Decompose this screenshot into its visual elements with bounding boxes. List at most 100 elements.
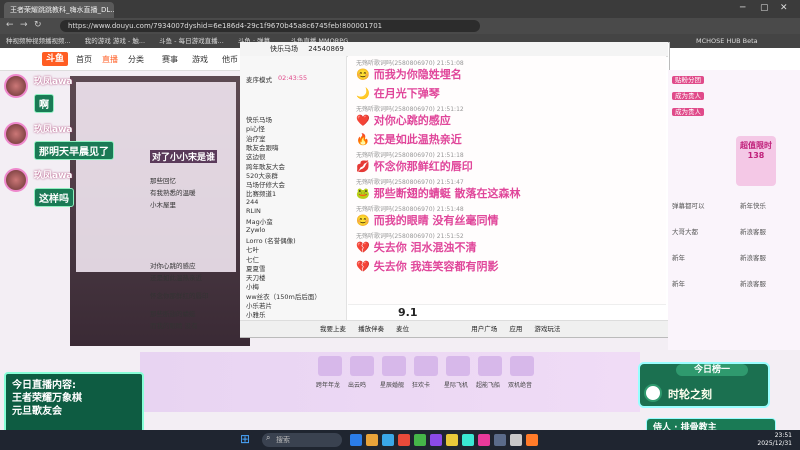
avatar: [4, 122, 28, 146]
nav-events[interactable]: 赛事: [162, 54, 178, 65]
maximize-icon[interactable]: ▢: [760, 3, 769, 13]
back-icon[interactable]: ←: [6, 20, 14, 30]
message-text: 对你心跳的感应: [373, 114, 451, 127]
douyu-logo[interactable]: 斗鱼: [42, 52, 68, 66]
taskbar-app-icon[interactable]: [446, 434, 458, 446]
nav-home[interactable]: 首页: [76, 54, 92, 65]
sidebar-list-item[interactable]: 新浪客服: [740, 278, 766, 288]
taskbar-app-icon[interactable]: [478, 434, 490, 446]
taskbar-app-icon[interactable]: [462, 434, 474, 446]
user-plaza-button[interactable]: 用户广场: [471, 325, 497, 333]
game-mode-button[interactable]: 游戏玩法: [534, 325, 560, 333]
message-text: 而我的眼睛 没有丝毫同情: [373, 214, 499, 227]
chat-input[interactable]: 9.1: [348, 304, 666, 321]
reload-icon[interactable]: ↻: [34, 20, 42, 30]
taskbar-app-icon[interactable]: [494, 434, 506, 446]
video-caption: 对了小小宋是谁: [150, 150, 218, 163]
sidebar-list-item[interactable]: 新年快乐: [740, 200, 766, 210]
voice-app-header: 快乐马场 24540869: [240, 42, 668, 57]
message-line: 🔥 还是如此温热亲近: [356, 131, 462, 147]
taskbar-app-icon[interactable]: [510, 434, 522, 446]
sidebar-list-item[interactable]: 弹幕都可以: [672, 200, 705, 210]
emoji-icon: 💔: [356, 260, 370, 273]
gift-icon[interactable]: [382, 356, 406, 376]
mic-up-button[interactable]: 我要上麦: [320, 325, 346, 333]
url-input[interactable]: https://www.douyu.com/7934007dyshid=6e18…: [60, 20, 480, 32]
taskbar-clock[interactable]: 23:51 2025/12/31: [752, 432, 792, 448]
minimize-icon[interactable]: ─: [740, 3, 745, 13]
gift-icon[interactable]: [350, 356, 374, 376]
nav-live[interactable]: 直播: [102, 54, 118, 65]
chat-input-value: 9.1: [398, 306, 418, 319]
clock-time: 23:51: [774, 432, 792, 439]
chat-username: 玖凤awa: [34, 77, 73, 87]
browser-tab-bar: [0, 0, 800, 18]
nav-games[interactable]: 游戏: [192, 54, 208, 65]
windows-start-icon[interactable]: ⊞: [240, 432, 250, 446]
sidebar-list-item[interactable]: 新年: [672, 252, 685, 262]
channel-item[interactable]: 小雅乐: [246, 309, 266, 319]
gift-label: 跨年年龙: [316, 382, 341, 389]
emoji-icon: 😊: [356, 68, 370, 81]
gift-icon[interactable]: [446, 356, 470, 376]
bookmark-item[interactable]: 斗鱼 - 每日游戏直播...: [159, 37, 224, 45]
emoji-icon: ❤️: [356, 114, 370, 127]
gift-icon[interactable]: [510, 356, 534, 376]
taskbar-app-icon[interactable]: [414, 434, 426, 446]
channel-item[interactable]: Zywlo: [246, 226, 265, 234]
sidebar-list-item[interactable]: 新浪客服: [740, 226, 766, 236]
taskbar-app-icon[interactable]: [382, 434, 394, 446]
message-text: 而我为你隐姓埋名: [373, 68, 462, 81]
promo-card[interactable]: 超值限时 138: [736, 136, 776, 186]
sidebar-list-item[interactable]: 新浪客服: [740, 252, 766, 262]
room-id: 24540869: [308, 45, 344, 53]
today-label: 今日直播内容:: [12, 380, 76, 391]
browser-tab[interactable]: 王者荣耀跳跳教科_嗨水直播_DL...: [4, 2, 114, 18]
today-line: 元旦歌友会: [12, 406, 62, 417]
mode-label: 麦序模式: [246, 76, 272, 84]
gift-label: 出云鸣: [348, 382, 367, 389]
gift-icon[interactable]: [318, 356, 342, 376]
clock-date: 2025/12/31: [757, 440, 792, 447]
sidebar-tag[interactable]: 成为贵人: [672, 106, 704, 116]
mic-seat-button[interactable]: 麦位: [396, 325, 409, 333]
voice-bottom-bar: 我要上麦 播放伴奏 麦位 用户广场 应用 游戏玩法: [240, 320, 668, 337]
gift-label: 星辰婚舰: [380, 382, 405, 389]
message-line: 💋 怀念你那鲜红的唇印: [356, 158, 473, 174]
chat-message: 那明天早晨见了: [34, 141, 114, 160]
search-icon: ⌕: [266, 433, 271, 442]
message-line: 😊 而我的眼睛 没有丝毫同情: [356, 212, 499, 228]
sidebar-tag[interactable]: 成为贵人: [672, 90, 704, 100]
rank-user-name: 时轮之刻: [668, 388, 712, 401]
message-text: 在月光下弹琴: [373, 87, 440, 100]
nav-coins[interactable]: 他币: [222, 54, 238, 65]
gift-icon[interactable]: [414, 356, 438, 376]
gift-icon[interactable]: [478, 356, 502, 376]
close-icon[interactable]: ✕: [780, 3, 788, 13]
emoji-icon: 😊: [356, 214, 370, 227]
taskbar-search[interactable]: 搜索: [262, 433, 342, 447]
forward-icon[interactable]: →: [20, 20, 28, 30]
taskbar-app-icon[interactable]: [366, 434, 378, 446]
bookmark-item[interactable]: 我的游戏 游戏 - 触...: [85, 37, 145, 45]
nav-category[interactable]: 分类: [128, 54, 144, 65]
chat-message: 这样吗: [34, 188, 74, 207]
taskbar-app-icon[interactable]: [350, 434, 362, 446]
chat-username: 玖凤awa: [34, 125, 73, 135]
taskbar-app-icon[interactable]: [398, 434, 410, 446]
apps-button[interactable]: 应用: [509, 325, 522, 333]
sidebar-tag[interactable]: 贴粉分团: [672, 74, 704, 84]
sidebar-list-item[interactable]: 新年: [672, 278, 685, 288]
emoji-icon: 🔥: [356, 133, 370, 146]
tag-badge: 成为贵人: [672, 108, 704, 116]
emoji-icon: 💋: [356, 160, 370, 173]
taskbar-app-icon[interactable]: [526, 434, 538, 446]
tag-badge: 成为贵人: [672, 92, 704, 100]
channel-item[interactable]: RLIN: [246, 207, 261, 215]
channel-item[interactable]: 244: [246, 198, 258, 206]
taskbar-app-icon[interactable]: [430, 434, 442, 446]
bookmark-item[interactable]: MCHOSE HUB Beta: [696, 34, 758, 48]
bookmark-item[interactable]: 种视频种视频播视频...: [6, 37, 71, 45]
play-music-button[interactable]: 播放伴奏: [358, 325, 384, 333]
sidebar-list-item[interactable]: 大哥大都: [672, 226, 698, 236]
